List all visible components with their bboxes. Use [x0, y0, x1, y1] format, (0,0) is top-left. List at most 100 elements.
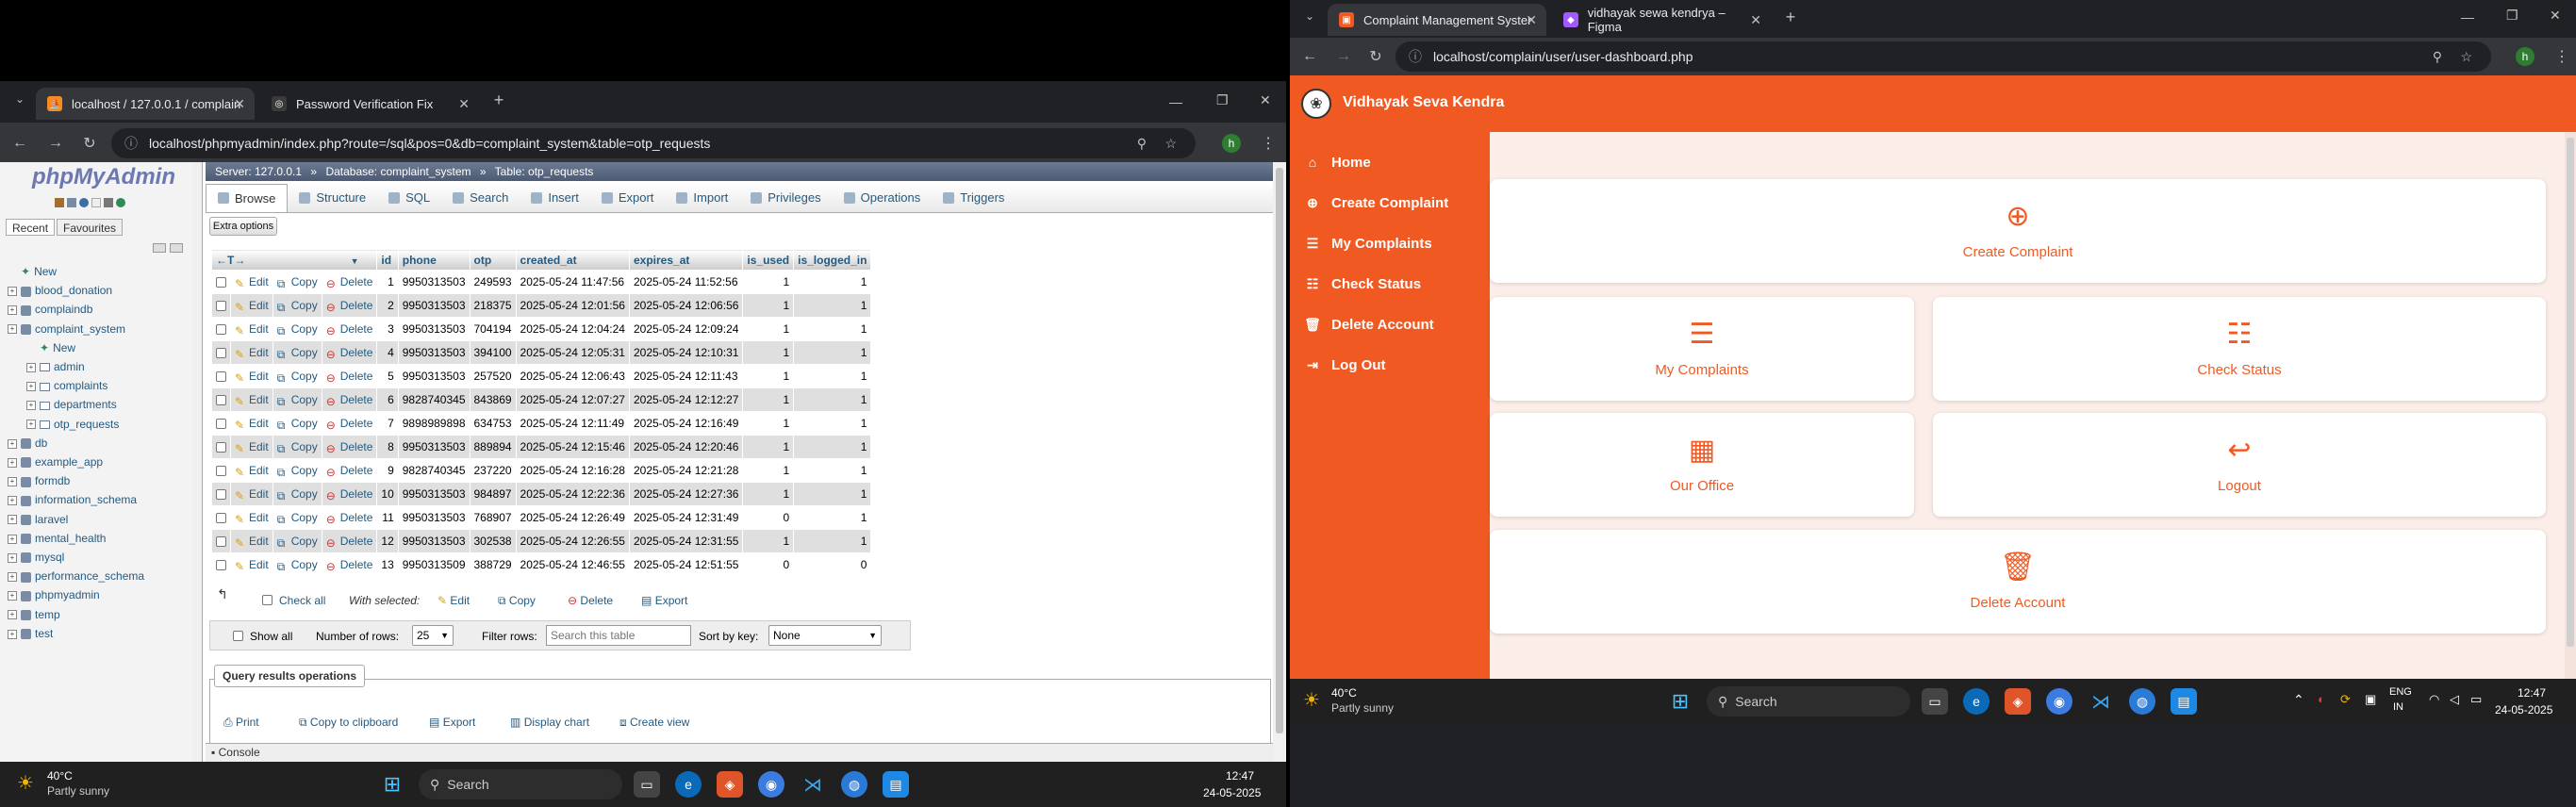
cell-is-used[interactable]: 0 [742, 552, 795, 577]
pma-logo[interactable]: phpMyAdmin [32, 164, 175, 190]
tree-item[interactable]: + otp_requests [26, 415, 119, 434]
cell-phone[interactable]: 9950313503 [397, 270, 471, 294]
back-icon[interactable]: ← [1296, 48, 1324, 65]
tab-privileges[interactable]: Privileges [739, 184, 832, 212]
tab-search[interactable]: Search [441, 184, 520, 212]
cell-expires-at[interactable]: 2025-05-24 12:20:46 [628, 435, 744, 459]
minimize-icon[interactable]: — [1169, 94, 1182, 109]
main-scrollbar-thumb[interactable] [1276, 168, 1283, 733]
cell-is-logged-in[interactable]: 0 [793, 552, 872, 577]
tree-item[interactable]: ✦ New [8, 262, 57, 281]
tab-figma[interactable]: ◆ vidhayak sewa kendrya – Figma ✕ [1552, 4, 1771, 36]
close-icon[interactable]: ✕ [1526, 12, 1537, 28]
sidebar-item-home[interactable]: ⌂ Home [1303, 151, 1371, 173]
cell-phone[interactable]: 9950313503 [397, 364, 471, 388]
copy-link[interactable]: ⧉ Copy [277, 440, 318, 455]
copy-link[interactable]: ⧉ Copy [277, 535, 318, 550]
cell-is-used[interactable]: 1 [742, 387, 795, 412]
cell-expires-at[interactable]: 2025-05-24 12:10:31 [628, 340, 744, 365]
show-all-checkbox[interactable] [233, 631, 243, 641]
delete-link[interactable]: ⊖ Delete [326, 558, 373, 573]
edge-icon[interactable]: e [1963, 688, 1990, 715]
tab-complaint-management[interactable]: ▣ Complaint Management Syster ✕ [1328, 4, 1546, 36]
cell-expires-at[interactable]: 2025-05-24 12:09:24 [628, 317, 744, 341]
site-info-icon[interactable]: ⓘ [124, 134, 138, 153]
back-icon[interactable]: ← [6, 135, 34, 152]
cell-id[interactable]: 1 [376, 270, 399, 294]
cell-phone[interactable]: 9828740345 [397, 458, 471, 483]
tree-item[interactable]: + admin [26, 357, 85, 376]
row-checkbox[interactable] [216, 301, 226, 312]
edit-link[interactable]: ✎ Edit [235, 370, 269, 385]
reload-nav-icon[interactable] [116, 198, 125, 207]
expand-icon[interactable]: + [8, 305, 17, 316]
cell-is-used[interactable]: 1 [742, 293, 795, 318]
cell-id[interactable]: 7 [376, 411, 399, 436]
maximize-icon[interactable]: ❐ [1216, 92, 1229, 108]
cell-id[interactable]: 6 [376, 387, 399, 412]
bookmark-star-icon[interactable]: ☆ [2460, 49, 2472, 65]
cell-expires-at[interactable]: 2025-05-24 12:06:56 [628, 293, 744, 318]
row-checkbox[interactable] [216, 466, 226, 477]
cell-expires-at[interactable]: 2025-05-24 12:12:27 [628, 387, 744, 412]
tree-item[interactable]: ✦ New [26, 338, 75, 357]
bulk-edit-link[interactable]: ✎ Edit [438, 594, 470, 607]
cell-is-logged-in[interactable]: 1 [793, 529, 872, 553]
copy-link[interactable]: ⧉ Copy [277, 464, 318, 479]
column-header-expires-at[interactable]: expires_at [628, 249, 744, 271]
breadcrumb-table[interactable]: Table: otp_requests [495, 165, 594, 178]
cell-phone[interactable]: 9950313503 [397, 435, 471, 459]
cell-created-at[interactable]: 2025-05-24 12:05:31 [515, 340, 630, 365]
edit-link[interactable]: ✎ Edit [235, 275, 269, 290]
tree-item[interactable]: + information_schema [8, 490, 137, 509]
expand-icon[interactable]: + [26, 362, 36, 372]
row-checkbox[interactable] [216, 371, 226, 383]
reload-icon[interactable]: ↻ [75, 134, 104, 153]
cell-is-used[interactable]: 1 [742, 364, 795, 388]
expand-icon[interactable]: + [8, 324, 17, 335]
copy-clipboard-link[interactable]: ⧉ Copy to clipboard [299, 716, 398, 730]
expand-icon[interactable] [26, 344, 36, 354]
network-app-icon[interactable]: ◍ [841, 771, 867, 798]
row-checkbox[interactable] [216, 419, 226, 430]
sidebar-scrollbar[interactable] [192, 162, 202, 762]
volume-icon[interactable]: ◁ [2450, 692, 2459, 707]
sidebar-item-delete-account[interactable]: 🗑 Delete Account [1303, 313, 1434, 336]
edge-icon[interactable]: e [675, 771, 702, 798]
cell-is-used[interactable]: 1 [742, 482, 795, 506]
cell-phone[interactable]: 9950313503 [397, 482, 471, 506]
weather-icon[interactable]: ☀ [17, 771, 34, 795]
copy-link[interactable]: ⧉ Copy [277, 275, 318, 290]
close-icon[interactable]: ✕ [1750, 12, 1761, 28]
edit-link[interactable]: ✎ Edit [235, 464, 269, 479]
cell-is-used[interactable]: 1 [742, 458, 795, 483]
close-icon[interactable]: ✕ [234, 96, 245, 112]
breadcrumb-database[interactable]: Database: complaint_system [325, 165, 471, 178]
cell-created-at[interactable]: 2025-05-24 12:11:49 [515, 411, 630, 436]
filter-rows-input[interactable] [546, 625, 691, 646]
column-header-created-at[interactable]: created_at [515, 249, 630, 271]
cell-id[interactable]: 2 [376, 293, 399, 318]
link-with-main-icon[interactable] [170, 243, 183, 253]
cell-expires-at[interactable]: 2025-05-24 12:51:55 [628, 552, 744, 577]
cell-created-at[interactable]: 2025-05-24 12:07:27 [515, 387, 630, 412]
cell-is-used[interactable]: 1 [742, 270, 795, 294]
cell-otp[interactable]: 394100 [469, 340, 517, 365]
edit-link[interactable]: ✎ Edit [235, 346, 269, 361]
weather-icon[interactable]: ☀ [1303, 688, 1320, 712]
tree-item[interactable]: + blood_donation [8, 281, 112, 300]
cell-is-logged-in[interactable]: 1 [793, 364, 872, 388]
bookmark-star-icon[interactable]: ☆ [1164, 136, 1177, 152]
check-all-checkbox[interactable] [262, 595, 272, 605]
cell-otp[interactable]: 984897 [469, 482, 517, 506]
cell-is-used[interactable]: 1 [742, 317, 795, 341]
clock-time[interactable]: 12:47 [2518, 686, 2546, 700]
tree-item[interactable]: + phpmyadmin [8, 585, 100, 604]
sort-arrow-icon[interactable]: ▼ [351, 256, 359, 266]
tray-sync-icon[interactable]: ⟳ [2340, 692, 2351, 707]
row-checkbox[interactable] [216, 324, 226, 336]
tab-triggers[interactable]: Triggers [932, 184, 1016, 212]
temperature[interactable]: 40°C [1331, 686, 1357, 700]
cell-expires-at[interactable]: 2025-05-24 12:16:49 [628, 411, 744, 436]
cell-phone[interactable]: 9950313503 [397, 505, 471, 530]
